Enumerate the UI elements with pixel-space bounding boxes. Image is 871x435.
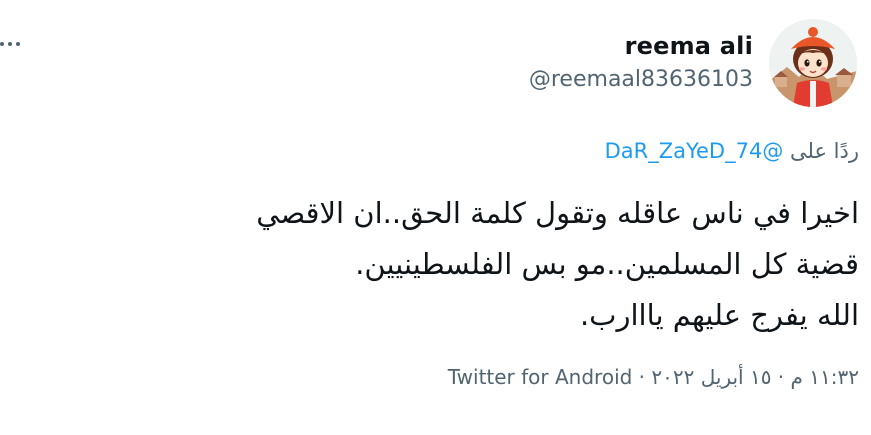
tweet-text-line: الله يفرج عليهم يااارب. (579, 298, 859, 332)
more-dot-icon (16, 42, 20, 46)
display-name[interactable]: reema ali (529, 31, 753, 61)
tweet-time[interactable]: ١١:٣٢ م (791, 365, 859, 389)
tweet-text: اخيرا في ناس عاقله وتقول كلمة الحق..ان ا… (19, 188, 859, 341)
meta-separator: · (632, 365, 652, 389)
reply-target-link[interactable]: @DaR_ZaYeD_74 (605, 139, 784, 163)
more-dot-icon (0, 42, 4, 46)
reply-context: ردًا على @DaR_ZaYeD_74 (605, 136, 859, 166)
meta-separator: · (771, 365, 791, 389)
user-handle[interactable]: @reemaal83636103 (529, 65, 753, 95)
tweet-header: reema ali @reemaal83636103 (529, 18, 857, 108)
more-dot-icon (8, 42, 12, 46)
author-names: reema ali @reemaal83636103 (529, 31, 753, 95)
tweet-date[interactable]: ١٥ أبريل ٢٠٢٢ (651, 365, 771, 389)
tweet-source[interactable]: Twitter for Android (448, 365, 633, 389)
reply-prefix: ردًا على (790, 139, 859, 163)
avatar-image (769, 19, 857, 107)
tweet-text-line: قضية كل المسلمين..مو بس الفلسطينيين. (355, 247, 859, 281)
avatar[interactable] (769, 19, 857, 107)
tweet-card: reema ali @reemaal83636103 ردًا على @DaR… (0, 0, 871, 435)
more-options-button[interactable] (0, 36, 28, 52)
tweet-text-line: اخيرا في ناس عاقله وتقول كلمة الحق..ان ا… (256, 196, 859, 230)
tweet-metadata: ١١:٣٢ م · ١٥ أبريل ٢٠٢٢ · Twitter for An… (448, 362, 859, 392)
